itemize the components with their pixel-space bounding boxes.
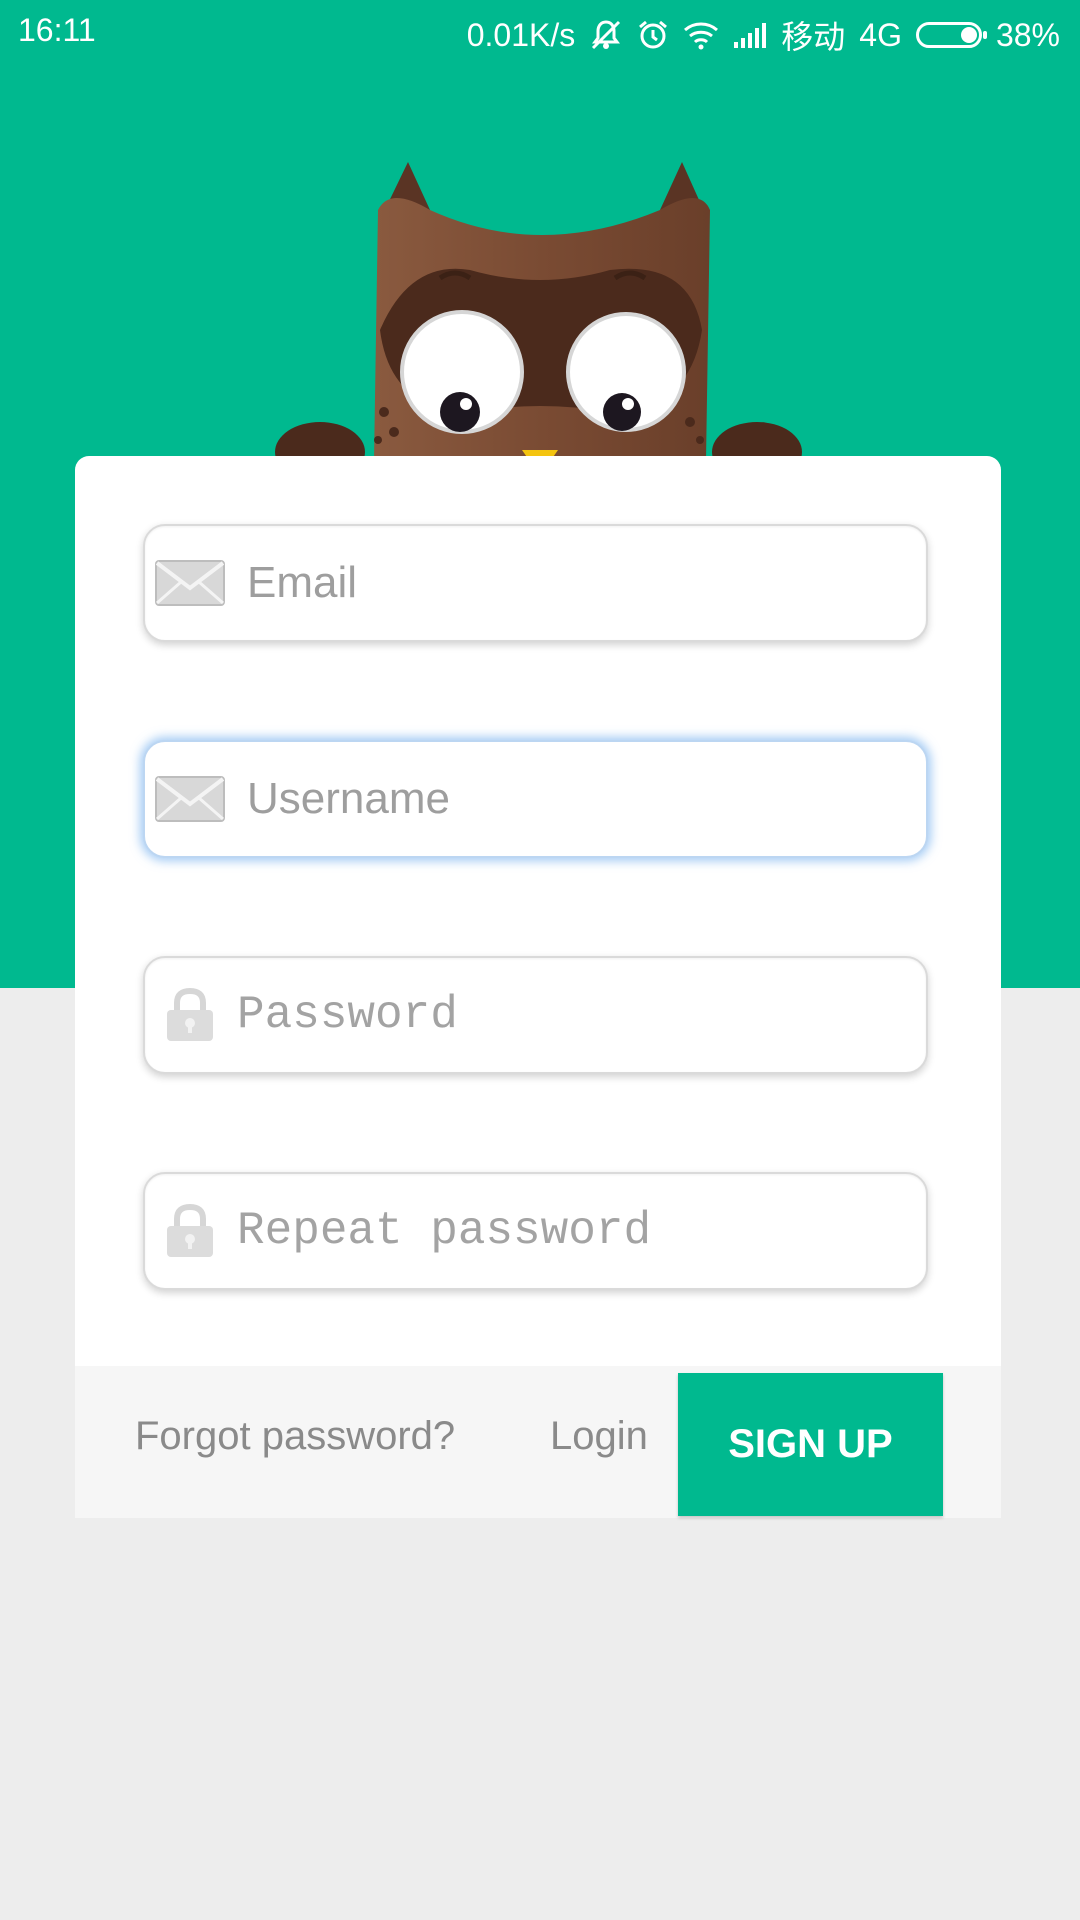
mute-icon (589, 18, 623, 52)
mail-icon (155, 774, 225, 824)
owl-mascot (275, 162, 802, 482)
lock-icon (155, 988, 225, 1041)
signup-button[interactable]: SIGN UP (678, 1373, 943, 1516)
username-field[interactable] (143, 740, 928, 858)
battery-icon (915, 22, 987, 48)
status-time: 16:11 (18, 12, 96, 48)
email-input[interactable] (225, 526, 926, 640)
network-type: 4G (859, 16, 902, 53)
alarm-icon (637, 19, 669, 51)
carrier-label: 移动 (781, 19, 846, 55)
lock-icon (155, 1204, 225, 1257)
signal-icon (733, 22, 767, 48)
forgot-password-link[interactable]: Forgot password? (135, 1414, 455, 1459)
username-input[interactable] (225, 742, 926, 856)
battery-percent: 38% (995, 16, 1060, 53)
repeat-password-field[interactable] (143, 1172, 928, 1290)
signup-card: Forgot password? Login SIGN UP (75, 456, 1001, 1518)
login-link[interactable]: Login (550, 1414, 648, 1459)
status-bar: 16:11 0.01K/s 移动 4G 38% (0, 0, 1080, 62)
repeat-password-input[interactable] (225, 1174, 926, 1288)
card-footer: Forgot password? Login SIGN UP (75, 1366, 1001, 1518)
password-field[interactable] (143, 956, 928, 1074)
password-input[interactable] (225, 958, 926, 1072)
wifi-icon (683, 20, 719, 50)
net-speed: 0.01K/s (466, 16, 576, 53)
mail-icon (155, 558, 225, 608)
email-field[interactable] (143, 524, 928, 642)
status-right-group: 0.01K/s 移动 4G 38% (467, 12, 1060, 58)
